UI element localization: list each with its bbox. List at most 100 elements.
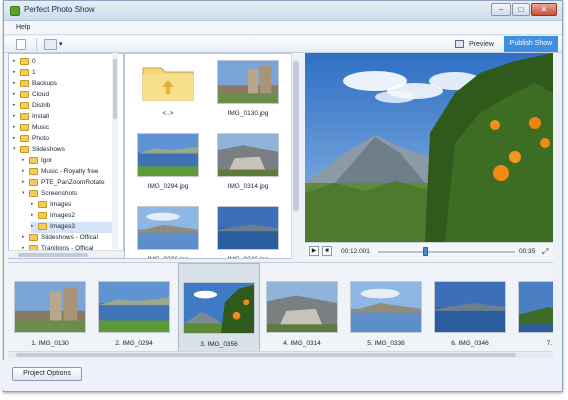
timeline-slider-knob[interactable] — [422, 247, 428, 256]
expand-arrow-icon[interactable]: ▸ — [22, 234, 28, 240]
expand-arrow-icon[interactable]: ▸ — [31, 223, 37, 229]
folder-icon — [38, 212, 47, 219]
browser-vertical-scrollbar[interactable] — [291, 53, 299, 259]
tree-item[interactable]: ▸ Cloud — [13, 90, 117, 101]
photo-thumbnail[interactable] — [137, 206, 199, 250]
menu-help[interactable]: Help — [16, 24, 30, 31]
filmstrip-slide[interactable]: 1. IMG_0130 — [10, 263, 92, 353]
scroll-thumb[interactable] — [18, 253, 88, 257]
tree-vertical-scrollbar[interactable] — [112, 53, 118, 249]
publish-show-button[interactable]: Publish Show — [504, 36, 558, 52]
folder-icon — [20, 69, 29, 76]
expand-arrow-icon[interactable]: ▸ — [22, 179, 28, 185]
photo-thumbnail[interactable] — [217, 206, 279, 250]
stop-button[interactable]: ■ — [322, 246, 332, 256]
photo-thumbnail[interactable] — [137, 133, 199, 177]
expand-arrow-icon[interactable]: ▸ — [22, 157, 28, 163]
minimize-button[interactable]: – — [491, 3, 511, 16]
view-mode-icon[interactable] — [44, 39, 57, 50]
expand-arrow-icon[interactable]: ▸ — [31, 212, 37, 218]
tree-item[interactable]: ▸ 1 — [13, 68, 117, 79]
tree-item[interactable]: ▸ Photo — [13, 134, 117, 145]
tree-item[interactable]: ▸ Images3 — [31, 222, 117, 233]
slide-thumbnail — [98, 281, 170, 333]
fullscreen-icon[interactable]: ⤢ — [542, 247, 548, 257]
scroll-thumb[interactable] — [293, 61, 299, 211]
timeline-slider[interactable] — [378, 251, 515, 253]
folder-icon — [20, 80, 29, 87]
title-bar[interactable]: Perfect Photo Show – □ ✕ — [4, 1, 562, 21]
slide-image — [267, 282, 337, 332]
folder-icon — [20, 102, 29, 109]
filmstrip-slide[interactable]: 4. IMG_0314 — [262, 263, 344, 353]
thumbnail-caption: <..> — [162, 110, 174, 117]
slide-preview[interactable] — [305, 53, 553, 242]
folder-icon — [38, 223, 47, 230]
tree-horizontal-scrollbar[interactable] — [8, 250, 124, 258]
photo-thumbnail[interactable] — [217, 133, 279, 177]
expand-arrow-icon[interactable]: ▸ — [31, 201, 37, 207]
filmstrip-slide[interactable]: 7. IM — [514, 263, 553, 353]
expand-arrow-icon[interactable]: ▸ — [13, 135, 19, 141]
thumbnail-caption: IMG_0314.jpg — [227, 183, 269, 190]
tree-item[interactable]: ▸ Music - Royalty free — [22, 167, 117, 178]
photo-thumbnail[interactable] — [217, 60, 279, 104]
thumbnail-caption: IMG_0336.jpg — [133, 256, 203, 258]
tree-item[interactable]: ▾ Screenshots — [22, 189, 117, 200]
tree-item[interactable]: ▸ Distrib — [13, 101, 117, 112]
tree-item-label: Screenshots — [41, 190, 78, 197]
thumbnail-caption: IMG_0294.jpg — [147, 183, 189, 190]
collapse-arrow-icon[interactable]: ▾ — [22, 190, 28, 196]
tree-item[interactable]: ▸ Images2 — [31, 211, 117, 222]
maximize-button[interactable]: □ — [512, 3, 530, 16]
filmstrip-slide[interactable]: 5. IMG_0336 — [346, 263, 428, 353]
folder-icon — [29, 157, 38, 164]
filmstrip-slide[interactable]: 2. IMG_0294 — [94, 263, 176, 353]
tree-item[interactable]: ▸ Igor — [22, 156, 117, 167]
menu-bar: Help — [4, 21, 562, 35]
tree-item[interactable]: ▸ Slideshows - Offical — [22, 233, 117, 244]
filmstrip-slide[interactable]: 3. IMG_0356 — [178, 263, 260, 353]
expand-arrow-icon[interactable]: ▸ — [13, 80, 19, 86]
view-mode-dropdown-icon[interactable]: ▾ — [59, 40, 63, 48]
scroll-thumb[interactable] — [113, 59, 117, 119]
filmstrip-scrollbar[interactable] — [8, 351, 553, 358]
expand-arrow-icon[interactable]: ▸ — [13, 102, 19, 108]
slide-caption: 1. IMG_0130 — [31, 340, 69, 347]
tree-item[interactable]: ▸ Music — [13, 123, 117, 134]
tree-item-label: Music — [32, 124, 49, 131]
folder-tree[interactable]: ▸ 0 ▸ 1 ▸ Backups ▸ Cloud ▸ Distrib ▸ Install ▸ Music… — [8, 53, 124, 259]
tree-item[interactable]: ▸ Images — [31, 200, 117, 211]
tree-item-label: 0 — [32, 58, 36, 65]
expand-arrow-icon[interactable]: ▸ — [13, 58, 19, 64]
tree-item[interactable]: ▾ Slideshows — [13, 145, 117, 156]
tree-item[interactable]: ▸ 0 — [13, 57, 117, 68]
filmstrip-slide[interactable]: 6. IMG_0346 — [430, 263, 512, 353]
expand-arrow-icon[interactable]: ▸ — [22, 168, 28, 174]
expand-arrow-icon[interactable]: ▸ — [13, 69, 19, 75]
project-options-button[interactable]: Project Options — [12, 367, 82, 381]
slide-thumbnail — [518, 281, 553, 333]
folder-icon — [20, 146, 29, 153]
tree-item-label: Photo — [32, 135, 49, 142]
new-project-icon[interactable] — [16, 39, 26, 50]
toolbar-separator — [36, 38, 37, 51]
tree-item-label: Images3 — [50, 223, 75, 230]
expand-arrow-icon[interactable]: ▸ — [13, 113, 19, 119]
tree-item[interactable]: ▸ Install — [13, 112, 117, 123]
tree-item[interactable]: ▸ Backups — [13, 79, 117, 90]
expand-arrow-icon[interactable]: ▸ — [13, 91, 19, 97]
close-button[interactable]: ✕ — [531, 3, 557, 16]
parent-folder-thumbnail[interactable] — [137, 60, 199, 104]
folder-icon — [29, 179, 38, 186]
expand-arrow-icon[interactable]: ▸ — [13, 124, 19, 130]
tree-item-label: Igor — [41, 157, 53, 164]
thumbnail-caption: IMG_0130.jpg — [227, 110, 269, 117]
tree-item[interactable]: ▸ PTE_PanZoomRotate — [22, 178, 117, 189]
preview-button[interactable]: Preview — [455, 38, 501, 52]
collapse-arrow-icon[interactable]: ▾ — [13, 146, 19, 152]
play-button[interactable]: ▶ — [309, 246, 319, 256]
preview-icon — [455, 40, 464, 48]
scroll-thumb[interactable] — [16, 353, 516, 357]
folder-icon — [20, 135, 29, 142]
